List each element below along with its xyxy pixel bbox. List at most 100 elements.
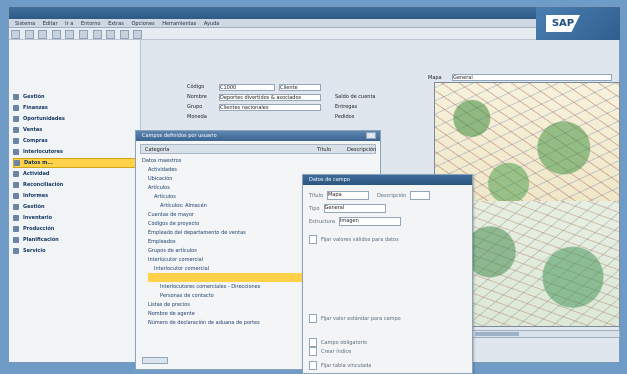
checkbox[interactable]: [309, 347, 317, 356]
checkbox[interactable]: [309, 338, 317, 347]
field-data-dialog: Datos de campo Título Mapa Descripción T…: [302, 174, 473, 374]
menu-ayuda[interactable]: Ayuda: [204, 21, 219, 27]
nav-item-ventas[interactable]: Ventas: [13, 125, 137, 135]
dialog-title: Campos definidos por usuario: [142, 133, 217, 139]
title-bar: [9, 7, 619, 19]
module-icon: [13, 215, 19, 221]
nombre-field[interactable]: Deportes divertidos & asociados: [219, 94, 321, 101]
option-row: Fijar valor estándar para campo: [309, 314, 465, 323]
app-window: Sistema Editar Ir a Entorno Extras Opcio…: [8, 6, 620, 374]
dialog-title-bar: Campos definidos por usuario ×: [136, 131, 380, 141]
nav-item-inventario[interactable]: Inventario: [13, 213, 137, 223]
nav-item-reconciliacion[interactable]: Reconciliación: [13, 180, 137, 190]
menu-editar[interactable]: Editar: [43, 21, 58, 27]
tree-row[interactable]: Datos maestros: [142, 156, 374, 165]
close-icon: ×: [368, 132, 374, 139]
nav-item-datos-maestros-selected[interactable]: Datos m...: [13, 158, 137, 168]
menu-entorno[interactable]: Entorno: [81, 21, 101, 27]
module-icon: [13, 116, 19, 122]
titulo-input[interactable]: Mapa: [327, 191, 370, 200]
estructura-label: Estructura: [309, 218, 335, 225]
map-scroll-thumb[interactable]: [475, 332, 519, 336]
nav-item-planificacion[interactable]: Planificación: [13, 235, 137, 245]
checkbox[interactable]: [309, 314, 317, 323]
nav-item-actividad[interactable]: Actividad: [13, 169, 137, 179]
filter-icon[interactable]: [119, 30, 129, 39]
titulo-row: Título Mapa Descripción: [309, 191, 465, 200]
grupo-select[interactable]: Clientes nacionales: [219, 104, 321, 111]
module-icon: [13, 204, 19, 210]
nav-item-gestion[interactable]: Gestión: [13, 92, 137, 102]
pedidos-label: Pedidos: [335, 114, 355, 120]
estructura-row: Estructura Imagen: [309, 217, 465, 226]
dialog2-title: Datos de campo: [309, 177, 350, 183]
col-titulo: Título: [317, 147, 332, 153]
menu-opciones[interactable]: Opciones: [131, 21, 154, 27]
nav-item-interlocutores[interactable]: Interlocutores: [13, 147, 137, 157]
menu-extras[interactable]: Extras: [108, 21, 124, 27]
tipo-input[interactable]: General: [323, 204, 386, 213]
codigo-field[interactable]: C1000: [219, 84, 275, 91]
module-icon: [13, 237, 19, 243]
module-icon: [13, 127, 19, 133]
descripcion-label: Descripción: [377, 192, 407, 199]
nav-item-servicio[interactable]: Servicio: [13, 246, 137, 256]
refresh-icon[interactable]: [106, 30, 116, 39]
close-dialog-button[interactable]: ×: [366, 132, 376, 139]
menu-sistema[interactable]: Sistema: [15, 21, 35, 27]
general-select[interactable]: General: [452, 74, 612, 81]
tipo-row: Tipo General: [309, 204, 465, 213]
titulo-label: Título: [309, 192, 324, 199]
module-icon: [13, 138, 19, 144]
col-descripcion: Descripción: [347, 147, 377, 153]
saldo-label: Saldo de cuenta: [335, 94, 376, 100]
left-navigation: Gestión Finanzas Oportunidades Ventas Co…: [9, 40, 141, 362]
grupo-label: Grupo: [187, 104, 203, 110]
forward-icon[interactable]: [92, 30, 102, 39]
open-icon[interactable]: [24, 30, 34, 39]
toolbar: [9, 28, 619, 40]
tipo-select[interactable]: Cliente: [279, 84, 321, 91]
module-icon: [13, 171, 19, 177]
nav-item-informes[interactable]: Informes: [13, 191, 137, 201]
tree-header: Categoría Título Descripción: [140, 144, 376, 154]
module-icon: [13, 105, 19, 111]
module-icon: [13, 193, 19, 199]
module-icon: [13, 248, 19, 254]
option-row: Crear índice: [309, 347, 465, 356]
dialog-ok-button[interactable]: [142, 357, 168, 364]
menu-bar: Sistema Editar Ir a Entorno Extras Opcio…: [9, 19, 619, 28]
module-icon: [13, 226, 19, 232]
nav-item-gestion-2[interactable]: Gestión: [13, 202, 137, 212]
sap-logo: SAP: [546, 15, 580, 32]
entregas-label: Entregas: [335, 104, 358, 110]
new-icon[interactable]: [11, 30, 20, 39]
checkbox[interactable]: [309, 235, 317, 244]
bp-header-form: Código C1000 Cliente Nombre Deportes div…: [187, 84, 427, 120]
descripcion-input[interactable]: [410, 191, 431, 200]
option-row: Campo obligatorio: [309, 338, 465, 347]
nav-item-finanzas[interactable]: Finanzas: [13, 103, 137, 113]
module-icon: [13, 149, 19, 155]
codigo-label: Código: [187, 84, 205, 90]
print-icon[interactable]: [51, 30, 61, 39]
module-icon: [13, 182, 19, 188]
nav-item-compras[interactable]: Compras: [13, 136, 137, 146]
module-icon: [13, 94, 19, 100]
save-icon[interactable]: [38, 30, 48, 39]
tree-row[interactable]: Actividades: [148, 165, 380, 174]
nombre-label: Nombre: [187, 94, 207, 100]
menu-ir-a[interactable]: Ir a: [65, 21, 73, 27]
col-categoria: Categoría: [145, 147, 170, 153]
sap-brand: SAP: [536, 7, 620, 40]
help-icon[interactable]: [133, 30, 143, 39]
search-icon[interactable]: [65, 30, 75, 39]
estructura-input[interactable]: Imagen: [338, 217, 401, 226]
module-icon: [14, 160, 20, 166]
nav-item-produccion[interactable]: Producción: [13, 224, 137, 234]
nav-item-oportunidades[interactable]: Oportunidades: [13, 114, 137, 124]
tipo-label: Tipo: [309, 205, 320, 212]
option-row: Fijar valores válidos para datos: [309, 235, 465, 244]
back-icon[interactable]: [78, 30, 88, 39]
menu-herramientas[interactable]: Herramientas: [162, 21, 196, 27]
